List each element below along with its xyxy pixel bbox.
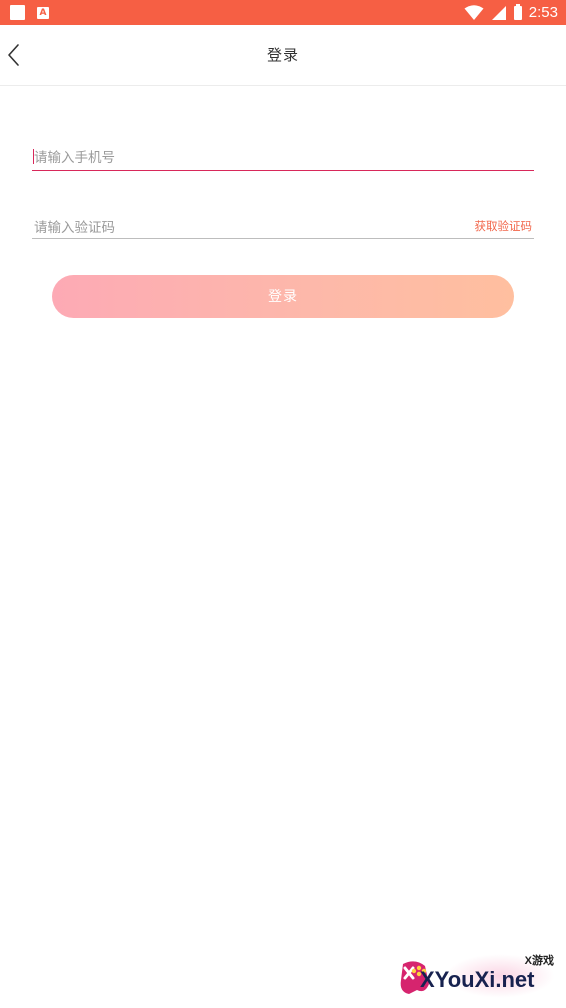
phone-input[interactable] [32, 146, 374, 168]
status-system-icons: 2:53 [464, 3, 558, 22]
watermark: X游戏 XYouXi.net [395, 948, 566, 1008]
page-title: 登录 [266, 47, 299, 64]
status-time: 2:53 [528, 4, 558, 21]
phone-field[interactable] [32, 146, 534, 171]
signal-icon [491, 5, 506, 20]
watermark-small-text: X游戏 [524, 955, 554, 967]
login-button[interactable]: 登录 [52, 275, 514, 318]
wifi-icon [464, 4, 484, 20]
verification-code-input[interactable] [32, 216, 374, 238]
get-code-button[interactable]: 获取验证码 [475, 218, 533, 234]
a-icon: A [37, 6, 49, 19]
login-screen: A 2:53 登录 获取验证码 登录 [0, 0, 566, 1008]
status-bar: A 2:53 [0, 0, 566, 25]
notification-square-icon [10, 5, 25, 20]
text-caret [33, 149, 34, 164]
watermark-brand-text: XYouXi.net [420, 967, 535, 992]
battery-icon [513, 3, 522, 20]
status-notifications: A [10, 5, 49, 20]
code-field[interactable]: 获取验证码 [32, 216, 534, 239]
nav-bar: 登录 [0, 25, 566, 86]
